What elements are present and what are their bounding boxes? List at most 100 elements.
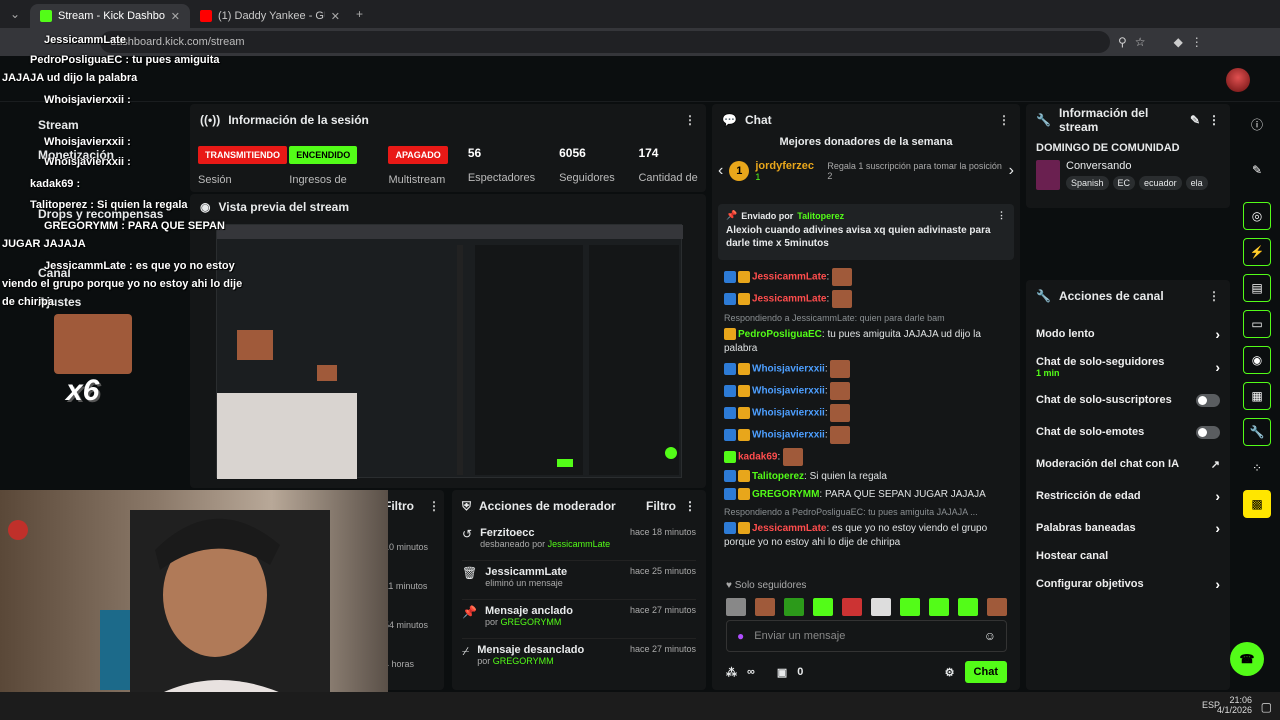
tab-youtube[interactable]: (1) Daddy Yankee - GUAYA ✕	[190, 4, 350, 28]
chat-message: PedroPosliguaEC: tu pues amiguita JAJAJA…	[712, 326, 1020, 358]
chat-user[interactable]: JessicammLate	[752, 523, 827, 534]
chat-input[interactable]: ● Enviar un mensaje ☺	[726, 620, 1007, 652]
new-tab-icon[interactable]: +	[350, 7, 363, 21]
emote-icon[interactable]	[813, 598, 833, 616]
chat-user[interactable]: Whoisjavierxxii	[752, 408, 825, 419]
action-goals[interactable]: Configurar objetivos ›	[1026, 568, 1230, 600]
action-user[interactable]: GREGORYMM	[493, 656, 554, 666]
chat-user[interactable]: Whoisjavierxxii	[752, 364, 825, 375]
emote-icon	[830, 360, 851, 378]
donor-count: 1	[755, 172, 761, 182]
support-icon[interactable]: ☎	[1230, 642, 1264, 676]
camera-icon[interactable]: ◎	[1243, 202, 1271, 230]
edit-icon[interactable]: ✎	[1190, 113, 1200, 127]
pinned-user[interactable]: Talitoperez	[797, 211, 844, 221]
info-icon[interactable]: ⓘ	[1243, 110, 1271, 138]
more-icon[interactable]: ⋮	[684, 113, 696, 127]
chat-user[interactable]: kadak69	[738, 452, 777, 463]
points-icon[interactable]: ⁂	[726, 666, 737, 679]
url-field[interactable]: dashboard.kick.com/stream	[100, 31, 1110, 53]
emote-icon[interactable]	[755, 598, 775, 616]
tab-list-icon[interactable]: ⌄	[0, 7, 30, 21]
action-sub: por	[484, 617, 498, 627]
action-ai-moderation[interactable]: Moderación del chat con IA ↗	[1026, 448, 1230, 480]
emote-icon[interactable]	[900, 598, 920, 616]
chat-user[interactable]: Talitoperez	[752, 471, 804, 482]
category-name[interactable]: Conversando	[1066, 160, 1208, 172]
emote-icon[interactable]	[842, 598, 862, 616]
chat-user[interactable]: Whoisjavierxxii	[752, 430, 825, 441]
layout-icon[interactable]: ▦	[1243, 382, 1271, 410]
more-icon[interactable]: ⋮	[997, 210, 1006, 221]
action-host-channel[interactable]: Hostear canal	[1026, 544, 1230, 568]
filter-button[interactable]: Filtro	[384, 499, 414, 513]
nav-item-stream[interactable]: Stream	[38, 118, 79, 132]
emote-icon[interactable]	[929, 598, 949, 616]
broadcast-icon[interactable]: ◉	[1243, 346, 1271, 374]
emote-icon[interactable]	[726, 598, 746, 616]
gift-icon[interactable]: ▣	[777, 666, 787, 679]
subs-only-toggle[interactable]	[1196, 393, 1220, 407]
action-banned-words[interactable]: Palabras baneadas ›	[1026, 512, 1230, 544]
crown-icon	[738, 407, 750, 419]
send-chat-button[interactable]: Chat	[964, 661, 1007, 683]
action-label: Palabras baneadas	[1036, 522, 1136, 534]
action-user[interactable]: JessicammLate	[548, 539, 611, 549]
close-icon[interactable]: ✕	[331, 10, 340, 23]
extensions-icon[interactable]: ◆	[1174, 35, 1183, 49]
action-followers-only[interactable]: Chat de solo-seguidores 1 min ›	[1026, 350, 1230, 384]
chevron-left-icon[interactable]: ‹	[718, 162, 723, 180]
tag[interactable]: ela	[1185, 176, 1208, 190]
bookmark-star-icon[interactable]: ☆	[1135, 35, 1146, 49]
emote-icon[interactable]	[958, 598, 978, 616]
more-icon[interactable]: ⋮	[1208, 289, 1220, 303]
menu-dots-icon[interactable]: ⋮	[1191, 35, 1203, 49]
chat-text: : PARA QUE SEPAN JUGAR JAJAJA	[819, 489, 986, 500]
more-icon[interactable]: ⋮	[428, 499, 440, 513]
action-slow-mode[interactable]: Modo lento ›	[1026, 318, 1230, 350]
chevron-right-icon: ›	[1215, 520, 1220, 536]
clapper-icon[interactable]: ▩	[1243, 490, 1271, 518]
donor-name[interactable]: jordyferzec	[755, 160, 821, 172]
avatar[interactable]	[1226, 68, 1250, 92]
action-user[interactable]: GREGORYMM	[500, 617, 561, 627]
chat-icon[interactable]: ▭	[1243, 310, 1271, 338]
donor-hint: Regala 1 suscripción para tomar la posic…	[827, 161, 1002, 181]
chat-user[interactable]: Whoisjavierxxii	[752, 386, 825, 397]
emote-icon[interactable]	[987, 598, 1007, 616]
crown-icon	[738, 363, 750, 375]
wrench-icon[interactable]: 🔧	[1243, 418, 1271, 446]
tag[interactable]: Spanish	[1066, 176, 1109, 190]
bolt-icon[interactable]: ⚡	[1243, 238, 1271, 266]
status-badge: TRANSMITIENDO	[198, 146, 287, 164]
more-icon[interactable]: ⋮	[1208, 113, 1220, 127]
zoom-icon[interactable]: ⚲	[1118, 35, 1127, 49]
action-age-restriction[interactable]: Restricción de edad ›	[1026, 480, 1230, 512]
time-text: 4 horas	[384, 659, 415, 669]
mic-icon[interactable]: ●	[737, 629, 744, 643]
more-icon[interactable]: ⋮	[684, 499, 696, 513]
emote-icon[interactable]	[784, 598, 804, 616]
filter-button[interactable]: Filtro	[646, 499, 676, 513]
emoji-icon[interactable]: ☺	[984, 629, 996, 643]
tag[interactable]: EC	[1112, 176, 1136, 190]
emote-icon[interactable]	[871, 598, 891, 616]
document-icon[interactable]: ▤	[1243, 274, 1271, 302]
apps-icon[interactable]: ⁘	[1243, 454, 1271, 482]
close-icon[interactable]: ✕	[171, 10, 180, 23]
tab-kick-dashboard[interactable]: Stream - Kick Dashboard ✕	[30, 4, 190, 28]
chat-user[interactable]: JessicammLate	[752, 272, 827, 283]
chat-user[interactable]: JessicammLate	[752, 294, 827, 305]
gear-icon[interactable]: ⚙	[945, 666, 955, 679]
emotes-only-toggle[interactable]	[1196, 425, 1220, 439]
notification-icon[interactable]: ▢	[1261, 700, 1272, 714]
stream-preview-image[interactable]	[216, 224, 683, 479]
chat-user[interactable]: PedroPosliguaEC	[738, 329, 822, 340]
chevron-right-icon[interactable]: ›	[1009, 162, 1014, 180]
mod-action-item: 📌 Mensaje anclado por GREGORYMM hace 27 m…	[462, 600, 696, 639]
tag[interactable]: ecuador	[1139, 176, 1182, 190]
clock[interactable]: 21:06 4/1/2026	[1217, 695, 1252, 715]
more-icon[interactable]: ⋮	[998, 113, 1010, 127]
chat-user[interactable]: GREGORYMM	[752, 489, 819, 500]
edit-icon[interactable]: ✎	[1243, 156, 1271, 184]
